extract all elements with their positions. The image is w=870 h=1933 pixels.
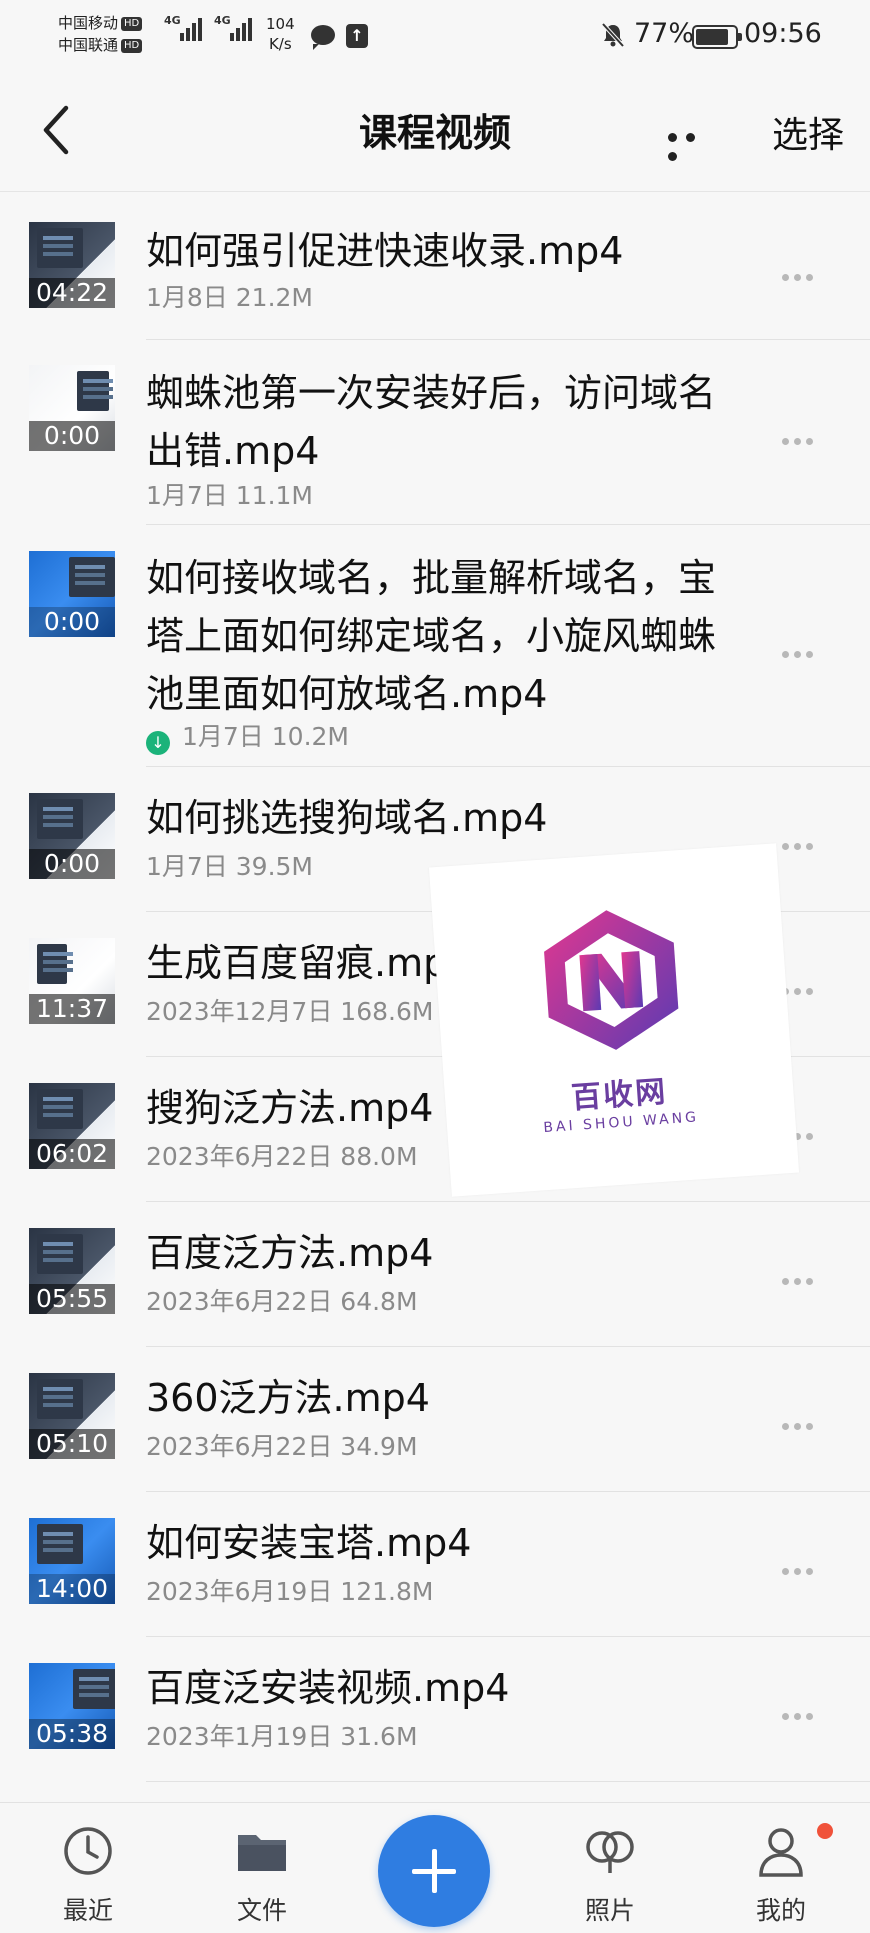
- video-thumbnail[interactable]: 11:37: [29, 938, 115, 1024]
- nav-files[interactable]: 文件: [207, 1823, 317, 1927]
- file-row[interactable]: 0:00 蜘蛛池第一次安装好后，访问域名出错.mp4 1月7日 11.1M: [0, 340, 870, 525]
- add-button[interactable]: [378, 1815, 490, 1927]
- row-more-icon[interactable]: [782, 1270, 822, 1285]
- network-gen: 4G: [214, 14, 231, 27]
- file-row[interactable]: 05:38 百度泛安装视频.mp4 2023年1月19日 31.6M: [0, 1637, 870, 1782]
- battery-icon: [692, 25, 742, 49]
- file-meta: 2023年1月19日 31.6M: [146, 1722, 418, 1751]
- hd-badge: HD: [121, 39, 143, 53]
- file-meta: 2023年6月22日 88.0M: [146, 1142, 418, 1171]
- file-row[interactable]: 05:10 360泛方法.mp4 2023年6月22日 34.9M: [0, 1347, 870, 1492]
- nav-label: 照片: [584, 1896, 635, 1925]
- row-more-icon[interactable]: [782, 266, 822, 281]
- photos-icon: [586, 1831, 634, 1873]
- video-duration: 04:22: [29, 278, 115, 308]
- file-row[interactable]: 05:55 百度泛方法.mp4 2023年6月22日 64.8M: [0, 1202, 870, 1347]
- status-bar: 中国移动 HD 中国联通 HD 4G 4G 104 K/s ↑ 77% 09:56: [0, 0, 870, 72]
- video-duration: 0:00: [29, 849, 115, 879]
- video-thumbnail[interactable]: 05:55: [29, 1228, 115, 1314]
- nav-label: 文件: [236, 1896, 287, 1925]
- video-thumbnail[interactable]: 05:38: [29, 1663, 115, 1749]
- video-duration: 11:37: [29, 994, 115, 1024]
- folder-icon: [238, 1835, 286, 1871]
- watermark: 百收网 BAI SHOU WANG: [428, 843, 800, 1197]
- video-thumbnail[interactable]: 05:10: [29, 1373, 115, 1459]
- file-row[interactable]: 14:00 如何安装宝塔.mp4 2023年6月19日 121.8M: [0, 1492, 870, 1637]
- video-thumbnail[interactable]: 0:00: [29, 365, 115, 451]
- file-name: 如何安装宝塔.mp4: [146, 1521, 472, 1565]
- bell-muted-icon: [601, 22, 625, 48]
- carrier-info: 中国移动 HD 中国联通 HD: [58, 12, 143, 56]
- file-meta: 2023年6月19日 121.8M: [146, 1577, 434, 1606]
- bottom-nav: 最近 文件 照片 我的: [0, 1802, 870, 1933]
- battery-percent: 77%: [634, 18, 695, 49]
- file-row[interactable]: 04:22 如何强引促进快速收录.mp4 1月8日 21.2M: [0, 192, 870, 340]
- clock-icon: [64, 1827, 112, 1875]
- network-speed: 104 K/s: [266, 15, 295, 53]
- file-name: 360泛方法.mp4: [146, 1376, 430, 1420]
- video-duration: 05:55: [29, 1284, 115, 1314]
- file-meta: 2023年6月22日 64.8M: [146, 1287, 418, 1316]
- video-duration: 05:38: [29, 1719, 115, 1749]
- hd-badge: HD: [121, 17, 143, 31]
- video-thumbnail[interactable]: 0:00: [29, 551, 115, 637]
- row-more-icon[interactable]: [782, 1415, 822, 1430]
- row-more-icon[interactable]: [782, 1560, 822, 1575]
- file-meta: 2023年12月7日 168.6M: [146, 997, 434, 1026]
- clock: 09:56: [744, 18, 822, 49]
- file-row[interactable]: 0:00 如何接收域名，批量解析域名，宝塔上面如何绑定域名，小旋风蜘蛛池里面如何…: [0, 525, 870, 767]
- nav-recent[interactable]: 最近: [33, 1823, 143, 1927]
- file-name: 蜘蛛池第一次安装好后，访问域名出错.mp4: [146, 371, 717, 473]
- file-meta: 1月7日 39.5M: [146, 852, 313, 881]
- divider: [146, 1781, 870, 1782]
- nav-mine[interactable]: 我的: [726, 1823, 836, 1927]
- row-more-icon[interactable]: [782, 835, 822, 850]
- video-thumbnail[interactable]: 14:00: [29, 1518, 115, 1604]
- file-name: 百度泛安装视频.mp4: [146, 1666, 510, 1710]
- carrier-1: 中国移动: [58, 14, 119, 32]
- row-more-icon[interactable]: [782, 1705, 822, 1720]
- video-thumbnail[interactable]: 06:02: [29, 1083, 115, 1169]
- downloaded-icon: ↓: [146, 731, 170, 755]
- page-title: 课程视频: [358, 111, 511, 155]
- video-duration: 05:10: [29, 1429, 115, 1459]
- video-duration: 14:00: [29, 1574, 115, 1604]
- more-options-icon[interactable]: [668, 127, 720, 161]
- top-bar: 课程视频 选择: [0, 72, 870, 192]
- video-thumbnail[interactable]: 0:00: [29, 793, 115, 879]
- file-meta: 2023年6月22日 34.9M: [146, 1432, 418, 1461]
- network-gen: 4G: [164, 14, 181, 27]
- file-name: 如何强引促进快速收录.mp4: [146, 229, 624, 273]
- carrier-2: 中国联通: [58, 36, 119, 54]
- file-name: 如何挑选搜狗域名.mp4: [146, 796, 548, 840]
- signal-icon: 4G: [214, 14, 254, 41]
- video-duration: 0:00: [29, 607, 115, 637]
- file-name: 如何接收域名，批量解析域名，宝塔上面如何绑定域名，小旋风蜘蛛池里面如何放域名.m…: [146, 556, 717, 716]
- nav-label: 我的: [755, 1896, 806, 1925]
- video-duration: 0:00: [29, 421, 115, 451]
- file-meta: 1月7日 11.1M: [146, 481, 313, 510]
- file-meta: ↓ 1月7日 10.2M: [146, 717, 349, 755]
- row-more-icon[interactable]: [782, 643, 822, 658]
- message-icon: [311, 25, 335, 50]
- nav-photos[interactable]: 照片: [555, 1823, 665, 1927]
- notification-dot: [817, 1823, 833, 1839]
- nav-label: 最近: [62, 1896, 113, 1925]
- row-more-icon[interactable]: [782, 980, 822, 995]
- signal-icon: 4G: [164, 14, 204, 41]
- watermark-logo-icon: [544, 910, 679, 1050]
- video-thumbnail[interactable]: 04:22: [29, 222, 115, 308]
- file-meta: 1月8日 21.2M: [146, 283, 313, 312]
- user-icon: [759, 1828, 803, 1877]
- select-button[interactable]: 选择: [772, 106, 844, 158]
- video-duration: 06:02: [29, 1139, 115, 1169]
- upload-icon: ↑: [346, 24, 368, 48]
- row-more-icon[interactable]: [782, 430, 822, 445]
- file-name: 百度泛方法.mp4: [146, 1231, 434, 1275]
